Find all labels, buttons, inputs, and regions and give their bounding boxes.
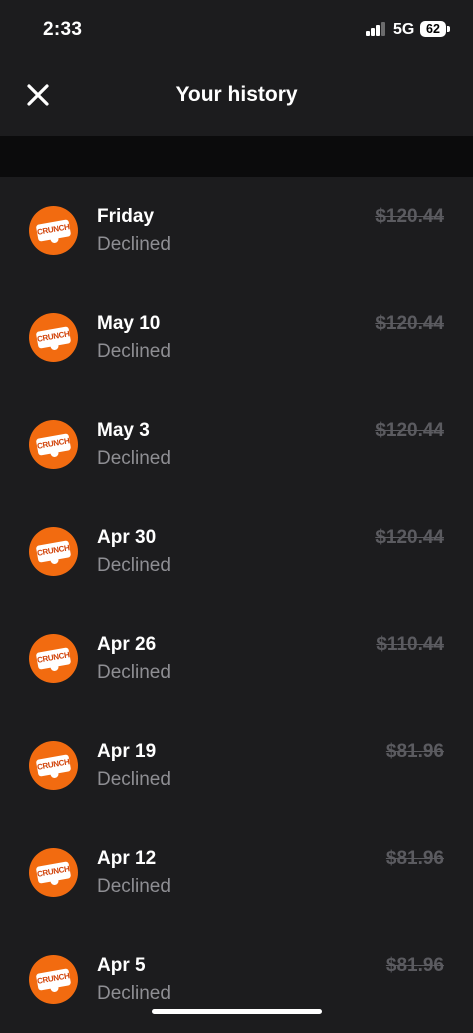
transaction-row[interactable]: CRUNCH Apr 26 Declined $110.44	[0, 605, 473, 712]
merchant-avatar: CRUNCH	[29, 206, 78, 255]
transaction-status: Declined	[97, 662, 171, 683]
transaction-row[interactable]: CRUNCH May 3 Declined $120.44	[0, 391, 473, 498]
transaction-status: Declined	[97, 234, 171, 255]
transaction-status: Declined	[97, 876, 171, 897]
status-time: 2:33	[43, 19, 83, 40]
transaction-row[interactable]: CRUNCH Apr 12 Declined $81.96	[0, 819, 473, 926]
transaction-date: Apr 19	[97, 741, 157, 762]
transaction-date: Apr 12	[97, 848, 157, 869]
transaction-status: Declined	[97, 448, 171, 469]
transaction-status: Declined	[97, 555, 171, 576]
merchant-avatar: CRUNCH	[29, 955, 78, 1004]
transaction-row[interactable]: CRUNCH May 10 Declined $120.44	[0, 284, 473, 391]
transaction-date: Apr 5	[97, 955, 146, 976]
status-bar: 2:33 5G 62	[0, 0, 473, 58]
transaction-amount: $81.96	[385, 955, 444, 976]
merchant-avatar: CRUNCH	[29, 527, 78, 576]
merchant-avatar: CRUNCH	[29, 634, 78, 683]
transaction-date: Apr 30	[97, 527, 157, 548]
transaction-row[interactable]: CRUNCH Apr 30 Declined $120.44	[0, 498, 473, 605]
transaction-date: May 3	[97, 420, 150, 441]
header: Your history	[0, 58, 473, 136]
merchant-logo-icon: CRUNCH	[35, 647, 72, 672]
merchant-logo-icon: CRUNCH	[35, 219, 72, 244]
transaction-amount: $120.44	[375, 527, 444, 548]
transaction-row[interactable]: CRUNCH Apr 5 Declined $81.96	[0, 926, 473, 1033]
transaction-amount: $110.44	[376, 634, 444, 655]
signal-icon	[366, 22, 386, 36]
merchant-avatar: CRUNCH	[29, 313, 78, 362]
merchant-logo-icon: CRUNCH	[35, 540, 72, 565]
battery-icon: 62	[420, 21, 446, 37]
transaction-amount: $81.96	[385, 741, 444, 762]
battery-tip	[447, 26, 450, 32]
home-indicator[interactable]	[152, 1009, 322, 1014]
merchant-avatar: CRUNCH	[29, 420, 78, 469]
merchant-logo-icon: CRUNCH	[35, 861, 72, 886]
transaction-amount: $120.44	[375, 420, 444, 441]
transaction-amount: $81.96	[385, 848, 444, 869]
transaction-amount: $120.44	[375, 206, 444, 227]
transaction-date: Friday	[97, 206, 155, 227]
transaction-row[interactable]: CRUNCH Apr 19 Declined $81.96	[0, 712, 473, 819]
merchant-logo-icon: CRUNCH	[35, 968, 72, 993]
transaction-date: Apr 26	[97, 634, 157, 655]
transaction-amount: $120.44	[375, 313, 444, 334]
merchant-logo-icon: CRUNCH	[35, 326, 72, 351]
section-divider	[0, 136, 473, 177]
transaction-status: Declined	[97, 983, 171, 1004]
transaction-list: CRUNCH Friday Declined $120.44 CRUNCH Ma…	[0, 177, 473, 1033]
merchant-logo-icon: CRUNCH	[35, 433, 72, 458]
transaction-row[interactable]: CRUNCH Friday Declined $120.44	[0, 177, 473, 284]
network-type: 5G	[393, 21, 415, 38]
merchant-logo-icon: CRUNCH	[35, 754, 72, 779]
transaction-status: Declined	[97, 769, 171, 790]
page-title: Your history	[175, 83, 298, 106]
transaction-status: Declined	[97, 341, 171, 362]
merchant-avatar: CRUNCH	[29, 741, 78, 790]
transaction-date: May 10	[97, 313, 161, 334]
merchant-avatar: CRUNCH	[29, 848, 78, 897]
